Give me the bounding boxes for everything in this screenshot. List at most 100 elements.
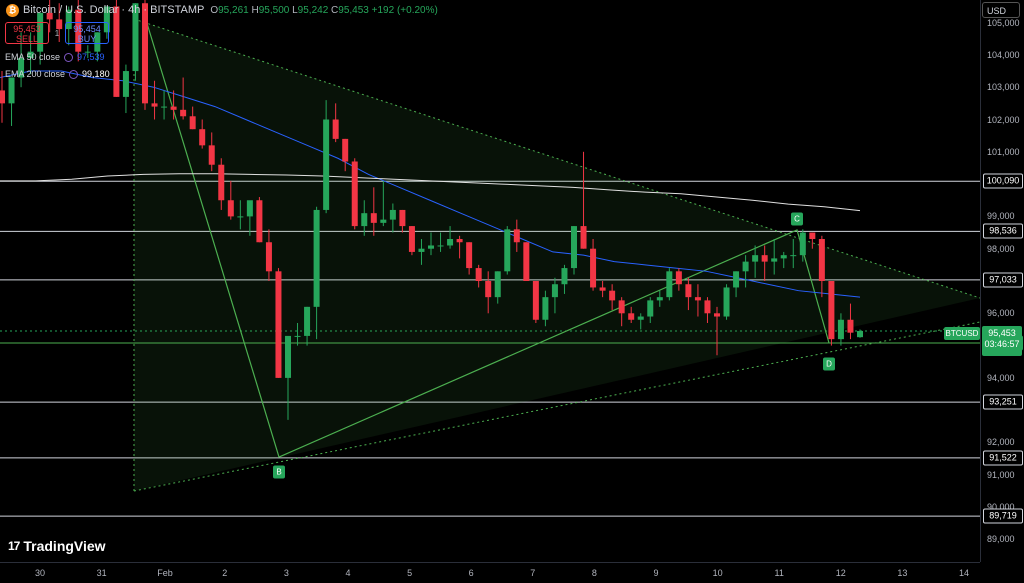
triangle-fill	[134, 19, 980, 491]
candle-body	[485, 281, 492, 298]
price-axis[interactable]: 105,000 104,000 103,000 102,000 101,000 99,00…	[980, 0, 1024, 562]
price-tick-label: 101,000	[987, 146, 1020, 157]
candle-body	[504, 229, 511, 272]
ema200-name: EMA 200 close	[5, 69, 66, 79]
candle-body	[580, 226, 587, 249]
level-price-tag: 97,033	[983, 272, 1023, 288]
candle-body	[723, 287, 730, 317]
ema50-value: 97,539	[77, 52, 105, 62]
price-tick-label: 105,000	[987, 17, 1020, 28]
candle-body	[513, 229, 520, 243]
candle-body	[428, 245, 434, 249]
candle-body	[418, 248, 425, 252]
symbol-title[interactable]: Bitcoin / U.S. Dollar · 4h · BITSTAMP	[23, 4, 204, 16]
candle-body	[532, 281, 539, 320]
candle-body	[218, 164, 225, 201]
candle-body	[466, 242, 473, 269]
ohlc-values: O95,261 H95,500 L95,242 C95,453 +192 (+0…	[210, 5, 437, 16]
time-axis[interactable]: 30 31 Feb 2 3 4 5 6 7 8 9 10 11 12 13 14	[0, 562, 980, 583]
candle-body	[227, 200, 234, 217]
candle-body	[828, 281, 835, 340]
price-tick-label: 98,000	[987, 243, 1015, 254]
candle-body	[771, 258, 778, 262]
bitcoin-logo-icon: ₿	[6, 3, 19, 17]
candle-body	[294, 335, 301, 337]
candle-body	[571, 226, 577, 269]
ema50-legend[interactable]: EMA 50 close 97,539	[5, 52, 105, 62]
tradingview-logo-icon: 17	[8, 539, 20, 553]
ema-settings-icon[interactable]	[64, 52, 74, 62]
time-tick-label: 8	[591, 568, 597, 578]
candle-body	[399, 209, 406, 227]
candle-body	[799, 232, 806, 256]
time-tick-label: 9	[653, 568, 659, 578]
candle-body	[857, 330, 863, 338]
tradingview-logo[interactable]: 17 TradingView	[8, 538, 106, 554]
candle-body	[151, 103, 158, 107]
candle-body	[437, 245, 444, 247]
candle	[351, 158, 358, 230]
candle-body	[351, 161, 358, 227]
candle-body	[647, 300, 654, 317]
candle	[256, 197, 263, 243]
candle-body	[0, 90, 5, 104]
candle-body	[790, 255, 797, 257]
level-price-tag: 89,719	[983, 508, 1023, 524]
time-tick-label: 30	[34, 568, 46, 578]
candle-body	[714, 313, 720, 317]
candle-body	[113, 6, 120, 97]
sell-label: SELL	[15, 34, 39, 44]
candle-body	[599, 287, 606, 291]
candle	[723, 284, 730, 320]
time-tick-label: 10	[712, 568, 723, 578]
candle-body	[656, 297, 663, 301]
price-tick-label: 96,000	[987, 308, 1015, 319]
candle-body	[742, 261, 749, 272]
ohlc-key: O	[210, 4, 219, 16]
time-tick-label: 5	[407, 568, 413, 578]
buy-price: 95,454	[73, 24, 101, 34]
candle-body	[447, 239, 454, 246]
ema200-value: 99,180	[82, 69, 110, 79]
pattern-point-label: D	[823, 357, 835, 371]
time-tick-label: 7	[530, 568, 536, 578]
candle-body	[285, 335, 291, 378]
candle-body	[761, 255, 768, 262]
price-tick-label: 104,000	[987, 49, 1020, 60]
candle-body	[189, 116, 196, 130]
pattern-point-label: C	[791, 212, 803, 226]
candle-body	[637, 316, 644, 320]
candle-body	[780, 255, 787, 259]
symbol-header: ₿ Bitcoin / U.S. Dollar · 4h · BITSTAMP …	[0, 0, 438, 20]
candle-body	[685, 284, 692, 298]
ema-settings-icon[interactable]	[69, 69, 79, 79]
tradingview-wordmark: TradingView	[23, 538, 106, 554]
price-chart[interactable]	[0, 0, 980, 562]
candle-body	[561, 268, 568, 285]
candle-body	[628, 313, 635, 320]
level-price-tag: 98,536	[983, 223, 1023, 239]
candle-body	[122, 71, 129, 97]
candle-body	[208, 145, 215, 165]
time-tick-label: Feb	[157, 568, 173, 578]
candle-body	[551, 284, 558, 298]
currency-selector[interactable]: USD	[982, 2, 1020, 18]
price-tick-label: 94,000	[987, 372, 1015, 383]
candle-body	[733, 271, 740, 288]
time-tick-label: 3	[283, 568, 289, 578]
buy-button[interactable]: 95,454 BUY	[65, 22, 109, 44]
candle-body	[389, 209, 396, 220]
candle	[666, 268, 673, 301]
ema200-legend[interactable]: EMA 200 close 99,180	[5, 69, 110, 79]
symbol-price-tag: BTCUSD	[944, 327, 980, 340]
candle-body	[590, 248, 597, 288]
candle-body	[609, 290, 616, 301]
candle-body	[542, 297, 549, 320]
candle-body	[246, 200, 253, 217]
sell-button[interactable]: 95,453 SELL	[5, 22, 49, 44]
candle-body	[380, 219, 387, 223]
spread-value: 1	[54, 28, 60, 38]
time-tick-label: 4	[345, 568, 351, 578]
ohlc-value: 95,261	[218, 4, 249, 16]
price-tick-label: 89,000	[987, 534, 1015, 545]
